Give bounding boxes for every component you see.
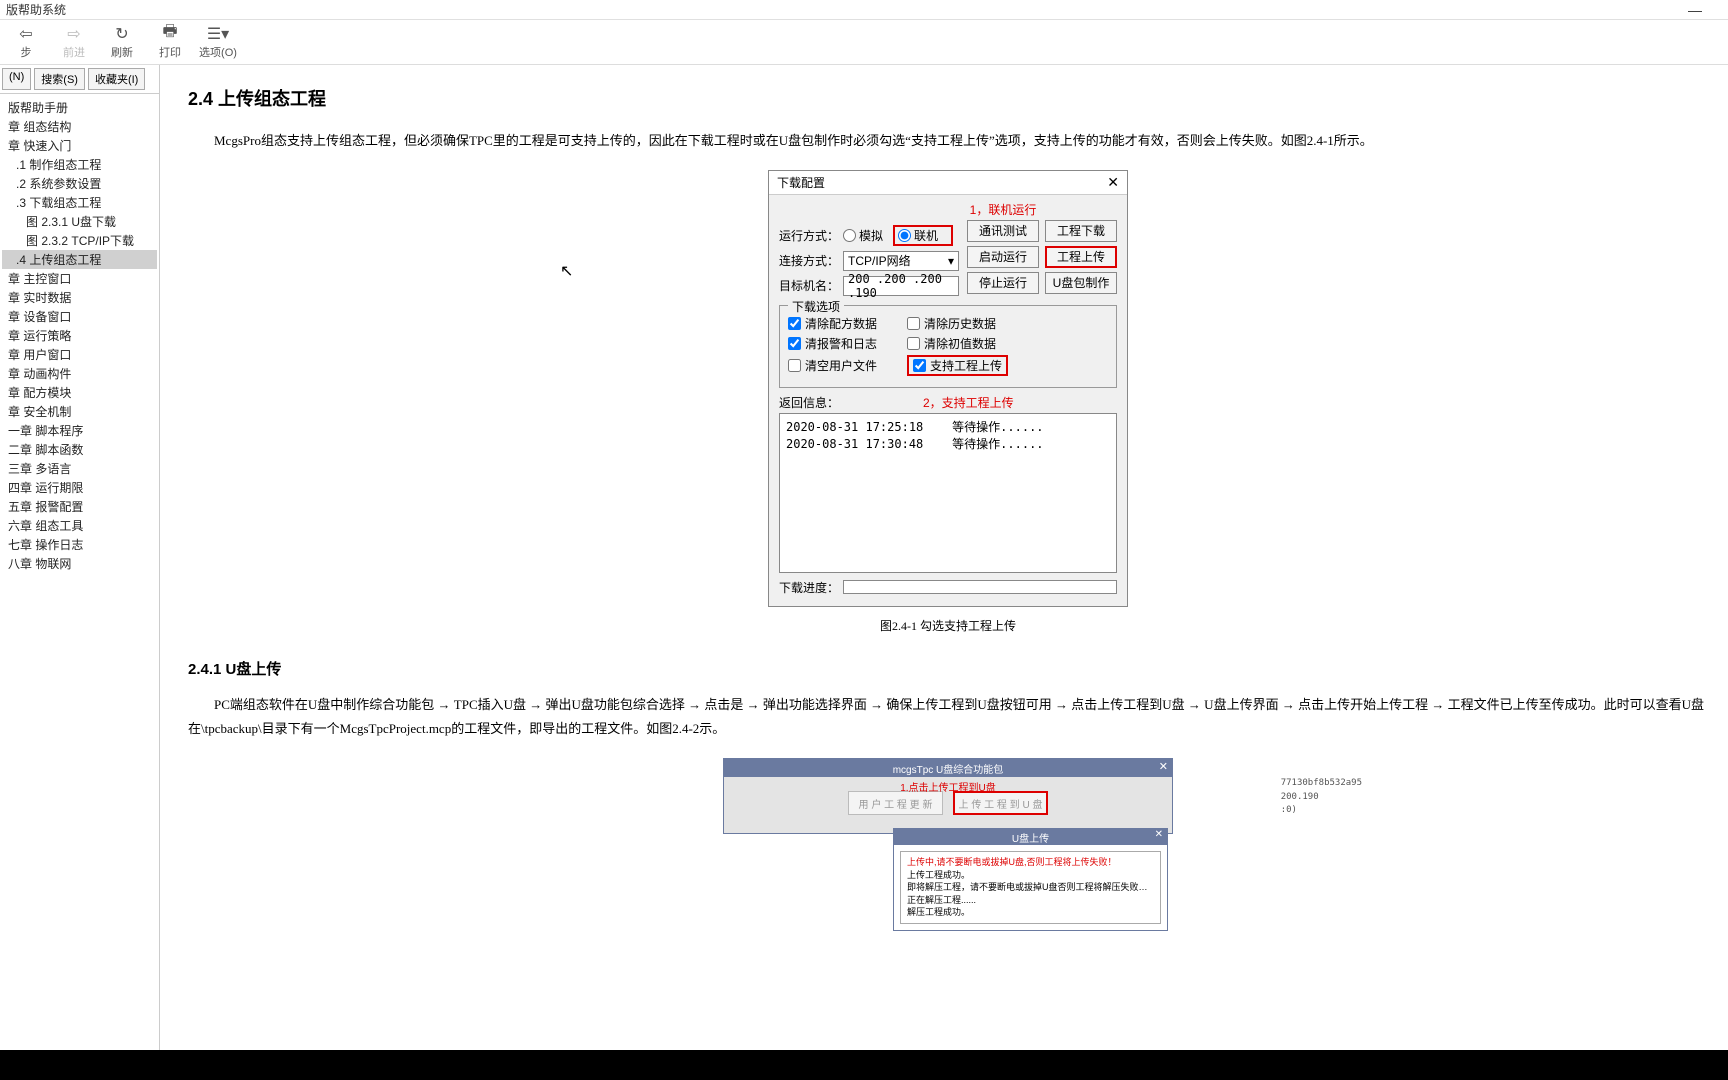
tree-item[interactable]: 章 组态结构 — [2, 117, 157, 136]
close-icon[interactable]: ✕ — [1107, 174, 1119, 191]
chevron-down-icon: ▾ — [948, 254, 954, 268]
tree-item[interactable]: 章 用户窗口 — [2, 345, 157, 364]
options-button[interactable]: ☰▾ 选项(O) — [194, 21, 242, 63]
tree-item[interactable]: .2 系统参数设置 — [2, 174, 157, 193]
tree-item[interactable]: 图 2.3.1 U盘下载 — [2, 212, 157, 231]
chk-clear-init[interactable]: 清除初值数据 — [907, 335, 996, 352]
log-output[interactable]: 2020-08-31 17:25:18 等待操作...... 2020-08-3… — [779, 413, 1117, 573]
tab-search[interactable]: 搜索(S) — [34, 68, 85, 90]
tree-item[interactable]: 章 动画构件 — [2, 364, 157, 383]
target-label: 目标机名： — [779, 277, 843, 294]
download-options-group: 下载选项 清除配方数据 清除历史数据 清报警和日志 清除初值数据 清空用户文件 — [779, 305, 1117, 388]
annotation-click: 1.点击上传工程到U盘 — [724, 779, 1172, 794]
minimize-icon[interactable]: — — [1688, 2, 1722, 18]
paragraph: PC端组态软件在U盘中制作综合功能包 → TPC插入U盘 → 弹出U盘功能包综合… — [188, 693, 1708, 742]
dialog-title: 下载配置 — [777, 174, 1107, 191]
usb-package-panel: mcgsTpc U盘综合功能包 ✕ 1.点击上传工程到U盘 用 户 工 程 更 … — [723, 758, 1173, 834]
target-input[interactable]: 200 .200 .200 .190 — [843, 276, 959, 296]
close-icon[interactable]: ✕ — [1159, 760, 1168, 773]
forward-button[interactable]: ⇨ 前进 — [50, 21, 98, 63]
user-project-update-button[interactable]: 用 户 工 程 更 新 — [848, 791, 943, 815]
arrow-left-icon: ⇦ — [19, 25, 32, 43]
usb-upload-panel: U盘上传 ✕ 上传中,请不要断电或拔掉U盘,否则工程将上传失败！ 上传工程成功。… — [893, 828, 1168, 931]
side-info: 77130bf8b532a95200.190:0) — [1281, 777, 1362, 818]
paragraph: McgsPro组态支持上传组态工程，但必须确保TPC里的工程是可支持上传的，因此… — [188, 129, 1708, 154]
tab-contents[interactable]: (N) — [2, 68, 31, 90]
tree-item[interactable]: 四章 运行期限 — [2, 478, 157, 497]
radio-online-highlight: 联机 — [893, 225, 953, 246]
panel-a-title: mcgsTpc U盘综合功能包 — [893, 761, 1004, 776]
tree-item[interactable]: 章 运行策略 — [2, 326, 157, 345]
bottom-bar — [0, 1050, 1728, 1080]
refresh-button[interactable]: ↻ 刷新 — [98, 21, 146, 63]
chk-clear-user[interactable]: 清空用户文件 — [788, 355, 877, 376]
chk-support-upload[interactable]: 支持工程上传 — [907, 355, 1008, 376]
tree-item[interactable]: .1 制作组态工程 — [2, 155, 157, 174]
tree-item[interactable]: 五章 报警配置 — [2, 497, 157, 516]
chk-clear-recipe[interactable]: 清除配方数据 — [788, 315, 877, 332]
section-heading: 2.4 上传组态工程 — [188, 85, 1708, 111]
window-title: 版帮助系统 — [6, 1, 66, 18]
tree-item[interactable]: 八章 物联网 — [2, 554, 157, 573]
progress-label: 下载进度： — [779, 579, 843, 596]
tree-item[interactable]: 章 实时数据 — [2, 288, 157, 307]
subsection-heading: 2.4.1 U盘上传 — [188, 658, 1708, 679]
tree-item[interactable]: 一章 脚本程序 — [2, 421, 157, 440]
tree-item[interactable]: .3 下载组态工程 — [2, 193, 157, 212]
tree-item[interactable]: 章 配方模块 — [2, 383, 157, 402]
tree-item[interactable]: 章 快速入门 — [2, 136, 157, 155]
stop-run-button[interactable]: 停止运行 — [967, 272, 1039, 294]
figure-caption-1: 图2.4-1 勾选支持工程上传 — [188, 617, 1708, 634]
chk-clear-history[interactable]: 清除历史数据 — [907, 315, 996, 332]
panel-b-title: U盘上传 — [1012, 830, 1049, 845]
comm-test-button[interactable]: 通讯测试 — [967, 220, 1039, 242]
arrow-right-icon: ⇨ — [67, 25, 80, 43]
project-upload-button[interactable]: 工程上传 — [1045, 246, 1117, 268]
tree-item[interactable]: 图 2.3.2 TCP/IP下载 — [2, 231, 157, 250]
main-toolbar: ⇦ 步 ⇨ 前进 ↻ 刷新 🖶 打印 ☰▾ 选项(O) — [0, 20, 1728, 65]
radio-simulate[interactable]: 模拟 — [843, 227, 883, 244]
progress-bar — [843, 580, 1117, 594]
tree-item[interactable]: .4 上传组态工程 — [2, 250, 157, 269]
sidebar-tabs: (N) 搜索(S) 收藏夹(I) — [0, 65, 159, 94]
content-area[interactable]: ↖ 2.4 上传组态工程 McgsPro组态支持上传组态工程，但必须确保TPC里… — [160, 65, 1728, 1050]
run-mode-label: 运行方式： — [779, 227, 843, 244]
fieldset-legend: 下载选项 — [788, 298, 844, 315]
tree-item[interactable]: 七章 操作日志 — [2, 535, 157, 554]
chk-clear-alarm[interactable]: 清报警和日志 — [788, 335, 877, 352]
return-info-label: 返回信息： — [779, 394, 843, 411]
radio-online[interactable]: 联机 — [898, 227, 938, 244]
back-button[interactable]: ⇦ 步 — [2, 21, 50, 63]
tree-item[interactable]: 章 主控窗口 — [2, 269, 157, 288]
tree-item[interactable]: 六章 组态工具 — [2, 516, 157, 535]
tree-item[interactable]: 版帮助手册 — [2, 98, 157, 117]
conn-mode-select[interactable]: TCP/IP网络 ▾ — [843, 251, 959, 271]
tree-item[interactable]: 三章 多语言 — [2, 459, 157, 478]
start-run-button[interactable]: 启动运行 — [967, 246, 1039, 268]
tree-item[interactable]: 章 安全机制 — [2, 402, 157, 421]
close-icon[interactable]: ✕ — [1155, 829, 1163, 840]
download-config-dialog: 下载配置 ✕ 1，联机运行 运行方式： 模拟 联机 — [768, 170, 1128, 607]
dialog-titlebar[interactable]: 下载配置 ✕ — [769, 171, 1127, 195]
window-titlebar: 版帮助系统 — — [0, 0, 1728, 20]
sidebar: (N) 搜索(S) 收藏夹(I) 版帮助手册章 组态结构章 快速入门.1 制作组… — [0, 65, 160, 1050]
print-icon: 🖶 — [162, 25, 177, 43]
annotation-2: 2，支持工程上传 — [923, 394, 1014, 411]
refresh-icon: ↻ — [115, 25, 128, 43]
nav-tree[interactable]: 版帮助手册章 组态结构章 快速入门.1 制作组态工程.2 系统参数设置.3 下载… — [0, 94, 159, 1050]
annotation-1: 1，联机运行 — [889, 201, 1117, 218]
tree-item[interactable]: 章 设备窗口 — [2, 307, 157, 326]
gear-icon: ☰▾ — [207, 25, 229, 43]
conn-mode-label: 连接方式： — [779, 252, 843, 269]
tab-favorites[interactable]: 收藏夹(I) — [88, 68, 145, 90]
print-button[interactable]: 🖶 打印 — [146, 21, 194, 63]
upload-to-usb-button[interactable]: 上 传 工 程 到 U 盘 — [953, 791, 1048, 815]
figure-2: mcgsTpc U盘综合功能包 ✕ 1.点击上传工程到U盘 用 户 工 程 更 … — [723, 758, 1173, 834]
project-download-button[interactable]: 工程下载 — [1045, 220, 1117, 242]
usb-package-button[interactable]: U盘包制作 — [1045, 272, 1117, 294]
tree-item[interactable]: 二章 脚本函数 — [2, 440, 157, 459]
upload-log: 上传中,请不要断电或拔掉U盘,否则工程将上传失败！ 上传工程成功。 即将解压工程… — [900, 851, 1161, 924]
